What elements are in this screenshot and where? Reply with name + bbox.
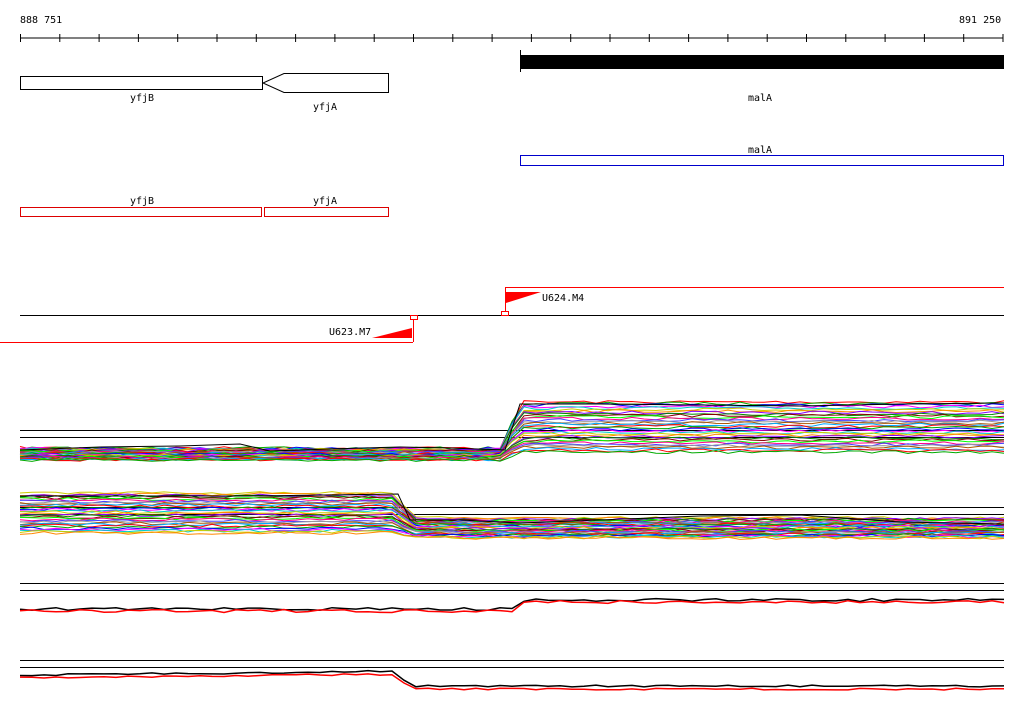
gene-yfjA-label: yfjA xyxy=(313,102,337,113)
marker-U624-label: U624.M4 xyxy=(542,293,584,304)
gene-yfjA-arrow[interactable] xyxy=(261,73,389,93)
blue-malA-box[interactable] xyxy=(520,155,1004,166)
marker-U623-anchor xyxy=(410,315,418,320)
red-yfjA-label: yfjA xyxy=(313,196,337,207)
profile-track-1 xyxy=(19,400,1005,462)
gene-yfjB-label: yfjB xyxy=(130,93,154,104)
marker-U623-label: U623.M7 xyxy=(329,327,371,338)
track3-series-black xyxy=(19,597,1005,612)
gene-yfjB-box[interactable] xyxy=(20,76,263,90)
ruler-start-label: 888 751 xyxy=(20,15,62,26)
red-yfjB-box[interactable] xyxy=(20,207,262,217)
red-yfjB-label: yfjB xyxy=(130,196,154,207)
profile-track-2 xyxy=(19,491,1005,540)
gene-malA-label: malA xyxy=(748,93,772,104)
profile-track-4 xyxy=(19,660,1005,691)
marker-U624-anchor xyxy=(501,311,509,316)
red-yfjA-box[interactable] xyxy=(264,207,389,217)
blue-malA-label: malA xyxy=(748,145,772,156)
track3-series-red xyxy=(19,599,1005,614)
genome-browser-canvas: 888 751 891 250 yfjB yfjA malA malA yfjB… xyxy=(0,15,1005,691)
marker-U623-flag[interactable] xyxy=(372,328,412,338)
profile-track-3 xyxy=(19,583,1005,614)
marker-U624-flag[interactable] xyxy=(506,292,541,303)
gene-malA-bar[interactable] xyxy=(520,55,1004,69)
track4-series-black xyxy=(19,669,1005,688)
ruler-end-label: 891 250 xyxy=(959,15,1001,26)
track4-series-red xyxy=(19,673,1005,691)
